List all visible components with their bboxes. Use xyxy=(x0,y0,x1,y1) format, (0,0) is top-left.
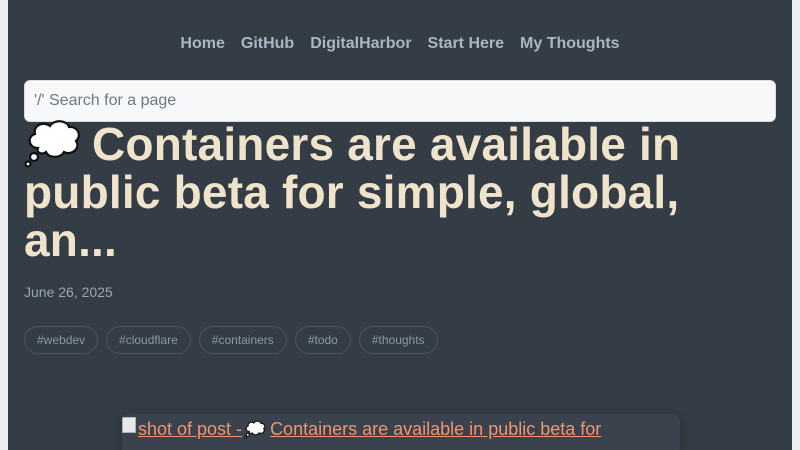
page-gutter-left xyxy=(0,0,8,450)
broken-image-icon xyxy=(122,417,136,433)
tag-thoughts[interactable]: #thoughts xyxy=(358,326,438,354)
tag-todo[interactable]: #todo xyxy=(294,326,351,354)
post-date: June 26, 2025 xyxy=(24,284,113,300)
nav-my-thoughts[interactable]: My Thoughts xyxy=(520,34,620,54)
thought-balloon-icon xyxy=(244,420,266,439)
tag-webdev[interactable]: #webdev xyxy=(24,326,99,354)
page-gutter-right xyxy=(792,0,800,450)
screenshot-link-text: Containers are available in public beta … xyxy=(270,419,602,439)
tag-containers[interactable]: #containers xyxy=(198,326,287,354)
screenshot-link-prefix: shot of post - xyxy=(138,419,243,439)
nav-start-here[interactable]: Start Here xyxy=(428,34,504,54)
top-navigation: Home GitHub DigitalHarbor Start Here My … xyxy=(8,34,792,54)
post-title-text: Containers are available in public beta … xyxy=(24,118,681,266)
tag-cloudflare[interactable]: #cloudflare xyxy=(106,326,191,354)
search-box[interactable] xyxy=(24,80,776,122)
tag-list: #webdev #cloudflare #containers #todo #t… xyxy=(24,326,438,354)
nav-github[interactable]: GitHub xyxy=(241,34,294,54)
thought-balloon-icon xyxy=(24,120,80,168)
page-container: Home GitHub DigitalHarbor Start Here My … xyxy=(8,0,792,450)
screenshot-link[interactable]: shot of post - Containers are available … xyxy=(122,416,680,442)
nav-home[interactable]: Home xyxy=(180,34,224,54)
post-title: Containers are available in public beta … xyxy=(24,118,764,264)
nav-digitalharbor[interactable]: DigitalHarbor xyxy=(310,34,411,54)
search-input[interactable] xyxy=(34,92,775,110)
post-screenshot: shot of post - Containers are available … xyxy=(122,414,680,450)
